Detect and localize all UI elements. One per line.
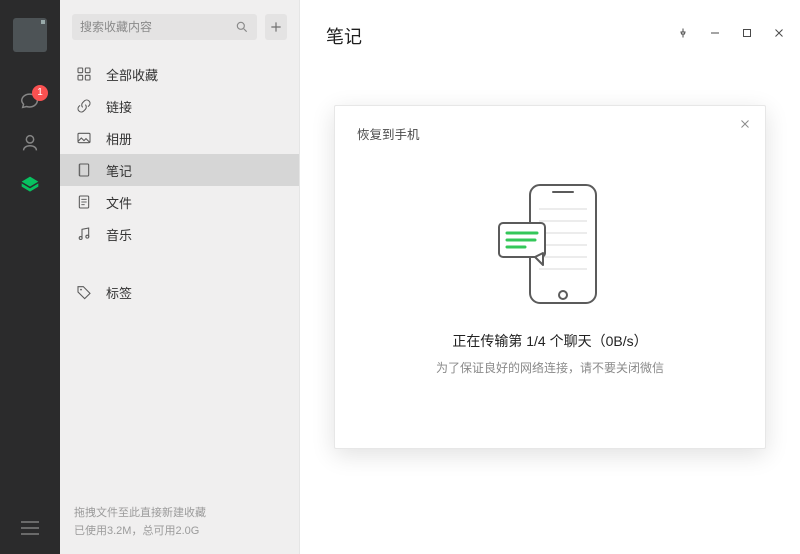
nav-item-label: 全部收藏 [106, 65, 158, 84]
search-icon [235, 20, 249, 34]
chat-badge: 1 [32, 85, 48, 101]
add-button[interactable] [265, 14, 287, 40]
app-window: 1 全部收藏 [0, 0, 800, 554]
note-icon [74, 160, 94, 180]
modal-status-secondary: 为了保证良好的网络连接，请不要关闭微信 [357, 359, 743, 376]
app-rail: 1 [0, 0, 60, 554]
search-row [60, 0, 299, 52]
file-icon [74, 192, 94, 212]
music-icon [74, 224, 94, 244]
nav-item-tags[interactable]: 标签 [60, 276, 299, 308]
nav-item-music[interactable]: 音乐 [60, 218, 299, 250]
favorites-nav: 全部收藏 链接 相册 笔记 文件 音乐 [60, 52, 299, 308]
restore-modal: 恢复到手机 [334, 105, 766, 449]
favorites-icon[interactable] [18, 173, 42, 197]
search-box[interactable] [72, 14, 257, 40]
footer-line2: 已使用3.2M，总可用2.0G [74, 522, 285, 540]
main-area: 笔记 恢复到手机 [300, 0, 800, 554]
link-icon [74, 96, 94, 116]
modal-close-icon[interactable] [739, 118, 751, 130]
nav-item-label: 标签 [106, 283, 132, 302]
phone-illustration [357, 179, 743, 309]
favorites-sidebar: 全部收藏 链接 相册 笔记 文件 音乐 [60, 0, 300, 554]
nav-item-label: 音乐 [106, 225, 132, 244]
chat-icon[interactable]: 1 [18, 89, 42, 113]
search-input[interactable] [80, 20, 235, 34]
image-icon [74, 128, 94, 148]
footer-line1: 拖拽文件至此直接新建收藏 [74, 504, 285, 522]
nav-item-links[interactable]: 链接 [60, 90, 299, 122]
tag-icon [74, 282, 94, 302]
avatar[interactable] [13, 18, 47, 52]
nav-item-label: 相册 [106, 129, 132, 148]
nav-item-all[interactable]: 全部收藏 [60, 58, 299, 90]
nav-item-files[interactable]: 文件 [60, 186, 299, 218]
grid-icon [74, 64, 94, 84]
nav-item-label: 文件 [106, 193, 132, 212]
contacts-icon[interactable] [18, 131, 42, 155]
nav-item-label: 笔记 [106, 161, 132, 180]
nav-item-label: 链接 [106, 97, 132, 116]
menu-icon[interactable] [18, 516, 42, 540]
modal-title: 恢复到手机 [357, 124, 743, 143]
nav-item-photos[interactable]: 相册 [60, 122, 299, 154]
modal-status-primary: 正在传输第 1/4 个聊天（0B/s） [357, 331, 743, 351]
nav-item-notes[interactable]: 笔记 [60, 154, 299, 186]
sidebar-footer: 拖拽文件至此直接新建收藏 已使用3.2M，总可用2.0G [60, 504, 299, 554]
modal-backdrop: 恢复到手机 [300, 0, 800, 554]
